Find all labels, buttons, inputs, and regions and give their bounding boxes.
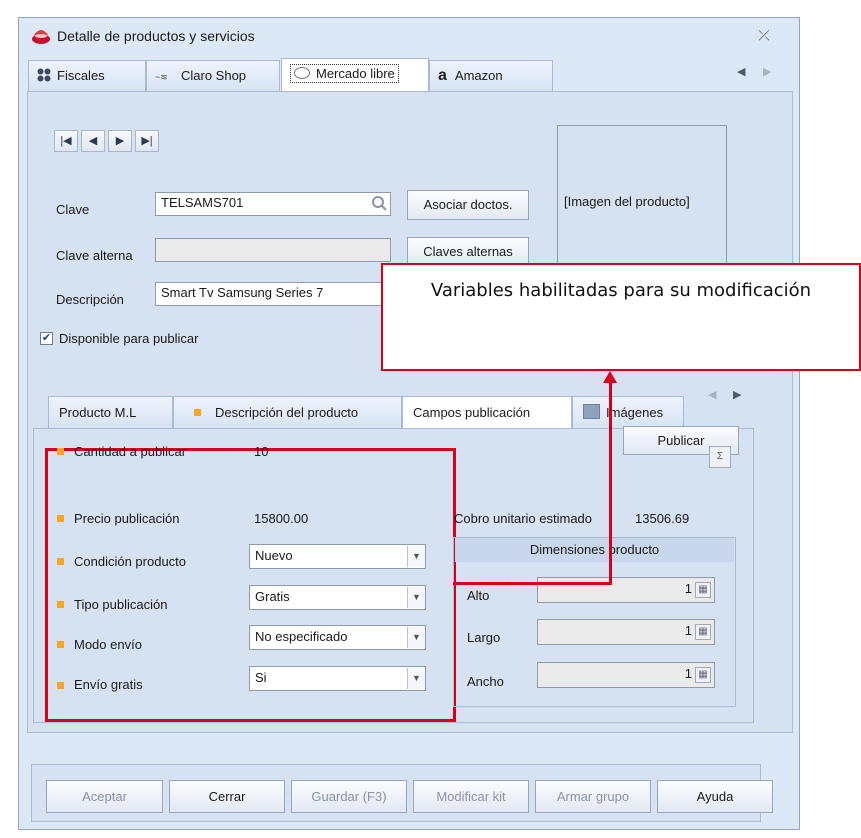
modificar-kit-button[interactable]: Modificar kit <box>413 780 529 813</box>
subtab-scroll-left-icon[interactable]: ◀ <box>708 388 716 401</box>
tipo-label: Tipo publicación <box>74 597 168 612</box>
chevron-down-icon[interactable]: ▼ <box>407 546 425 567</box>
dimensiones-header: Dimensiones producto <box>455 538 734 562</box>
guardar-button[interactable]: Guardar (F3) <box>291 780 407 813</box>
last-record-button[interactable]: ▶| <box>135 130 159 152</box>
orange-bullet-icon <box>57 641 64 648</box>
annotation-callout: Variables habilitadas para su modificaci… <box>381 263 861 371</box>
tab-label: Amazon <box>454 68 503 83</box>
tab-mercado-libre[interactable]: Mercado libre <box>281 58 429 92</box>
condicion-select[interactable]: Nuevo ▼ <box>249 544 426 569</box>
next-record-button[interactable]: ▶ <box>108 130 132 152</box>
subtab-descripcion[interactable]: Descripción del producto <box>173 396 402 428</box>
calculator-icon[interactable]: ▦ <box>695 667 711 683</box>
cerrar-button[interactable]: Cerrar <box>169 780 285 813</box>
amazon-icon: a <box>438 67 447 84</box>
image-placeholder-text: [Imagen del producto] <box>564 194 690 209</box>
orange-bullet-icon <box>57 558 64 565</box>
cobro-label: Cobro unitario estimado <box>454 511 593 526</box>
clave-label: Clave <box>56 202 90 217</box>
orange-bullet-icon <box>57 515 64 522</box>
condicion-label: Condición producto <box>74 554 187 569</box>
disponible-checkbox[interactable]: ✔ <box>40 332 53 345</box>
images-icon <box>583 404 600 419</box>
search-icon[interactable] <box>371 195 387 211</box>
tab-scroll-right-icon[interactable]: ▶ <box>763 65 771 78</box>
first-record-button[interactable]: |◀ <box>54 130 78 152</box>
armar-grupo-button[interactable]: Armar grupo <box>535 780 651 813</box>
tab-amazon[interactable]: a Amazon <box>429 60 553 91</box>
subtab-label: Imágenes <box>606 405 664 420</box>
cobro-value: 13506.69 <box>635 511 690 526</box>
title-bar: Detalle de productos y servicios ⤫ <box>19 18 799 54</box>
modo-select[interactable]: No especificado ▼ <box>249 625 426 650</box>
calculator-icon[interactable]: ▦ <box>695 624 711 640</box>
orange-bullet-icon <box>57 682 64 689</box>
subtab-producto-ml[interactable]: Producto M.L <box>48 396 173 428</box>
tab-scroll-left-icon[interactable]: ◀ <box>737 65 745 78</box>
modo-label: Modo envío <box>74 637 142 652</box>
tab-label: Mercado libre <box>316 66 395 81</box>
precio-value: 15800.00 <box>254 511 309 526</box>
chevron-down-icon[interactable]: ▼ <box>407 587 425 608</box>
calculate-icon[interactable]: Σ <box>709 446 731 468</box>
claro-shop-icon: ~≋ <box>155 72 168 82</box>
orange-bullet-icon <box>194 409 201 416</box>
close-icon[interactable]: ⤫ <box>754 27 774 45</box>
mercado-libre-icon <box>294 67 310 79</box>
envio-label: Envío gratis <box>74 677 143 692</box>
tab-label: Fiscales <box>57 68 105 83</box>
tab-claro-shop[interactable]: ~≋ Claro Shop <box>146 60 280 91</box>
descripcion-input[interactable]: Smart Tv Samsung Series 7 <box>155 282 391 306</box>
previous-record-button[interactable]: ◀ <box>81 130 105 152</box>
alto-input[interactable]: 1 ▦ <box>537 577 715 603</box>
tipo-select[interactable]: Gratis ▼ <box>249 585 426 610</box>
ancho-value: 1 <box>684 666 692 681</box>
subtab-scroll-right-icon[interactable]: ▶ <box>733 388 741 401</box>
subtab-label: Producto M.L <box>59 405 137 420</box>
app-icon <box>32 30 50 44</box>
cantidad-value: 10 <box>254 444 269 459</box>
connector-line-horizontal <box>453 582 612 585</box>
envio-select[interactable]: Si ▼ <box>249 666 426 691</box>
clave-input[interactable]: TELSAMS701 <box>155 192 391 216</box>
connector-line-vertical <box>609 382 612 585</box>
largo-label: Largo <box>467 630 501 645</box>
subtab-imagenes[interactable]: Imágenes <box>572 396 684 428</box>
condicion-value: Nuevo <box>255 548 293 563</box>
orange-bullet-icon <box>57 448 64 455</box>
subtab-label: Descripción del producto <box>215 405 359 420</box>
alto-value: 1 <box>684 581 692 596</box>
cantidad-label: Cantidad a publicar <box>74 444 187 459</box>
chevron-down-icon[interactable]: ▼ <box>407 668 425 689</box>
ayuda-button[interactable]: Ayuda <box>657 780 773 813</box>
window-title: Detalle de productos y servicios <box>57 28 255 44</box>
ancho-input[interactable]: 1 ▦ <box>537 662 715 688</box>
chevron-down-icon[interactable]: ▼ <box>407 627 425 648</box>
envio-value: Si <box>255 670 267 685</box>
subtab-label: Campos publicación <box>413 405 531 420</box>
orange-bullet-icon <box>57 601 64 608</box>
descripcion-label: Descripción <box>56 292 124 307</box>
tab-fiscales[interactable]: Fiscales <box>28 60 146 91</box>
asociar-doctos-button[interactable]: Asociar doctos. <box>407 190 529 220</box>
clave-alterna-input[interactable] <box>155 238 391 262</box>
product-detail-window: Detalle de productos y servicios ⤫ Fisca… <box>18 17 800 830</box>
tab-label: Claro Shop <box>181 68 247 83</box>
connector-arrowhead <box>603 371 617 383</box>
clave-alterna-label: Clave alterna <box>56 248 133 263</box>
subtab-campos-publicacion[interactable]: Campos publicación <box>402 396 572 428</box>
alto-label: Alto <box>467 588 490 603</box>
largo-value: 1 <box>684 623 692 638</box>
disponible-label: Disponible para publicar <box>59 331 199 346</box>
modo-value: No especificado <box>255 629 348 644</box>
callout-text: Variables habilitadas para su modificaci… <box>430 280 812 301</box>
largo-input[interactable]: 1 ▦ <box>537 619 715 645</box>
calculator-icon[interactable]: ▦ <box>695 582 711 598</box>
precio-label: Precio publicación <box>74 511 180 526</box>
grid-icon <box>37 63 51 82</box>
aceptar-button[interactable]: Aceptar <box>46 780 163 813</box>
tipo-value: Gratis <box>255 589 290 604</box>
ancho-label: Ancho <box>467 674 504 689</box>
